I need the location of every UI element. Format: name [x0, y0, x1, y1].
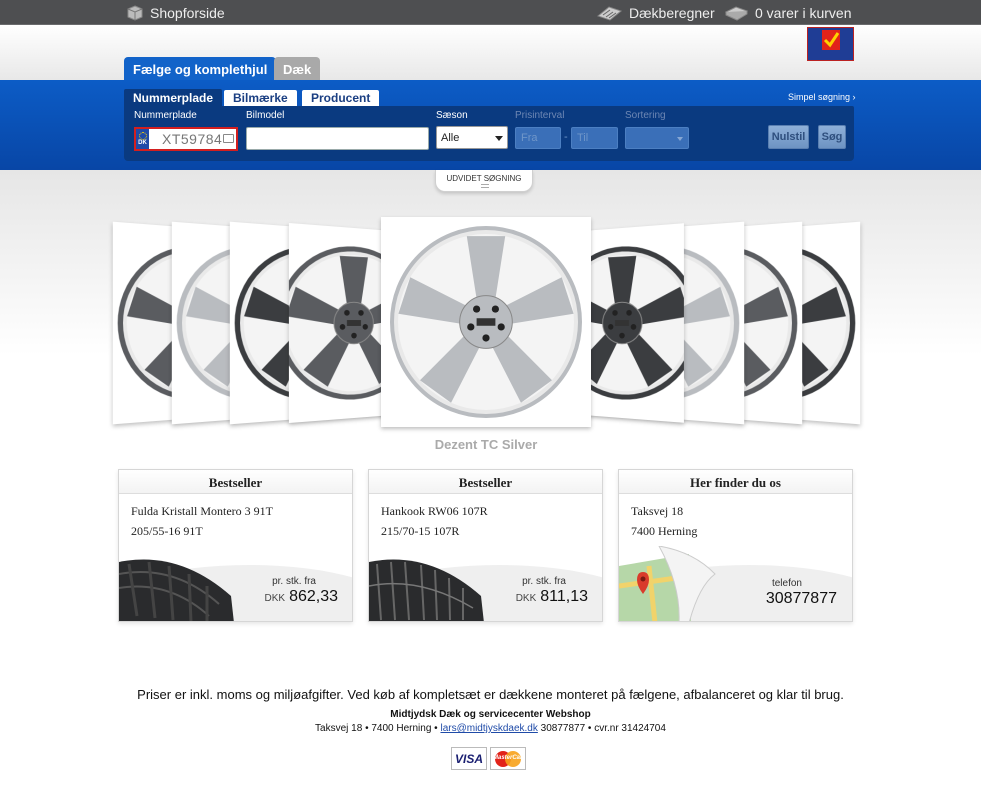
cart-label: 0 varer i kurven: [755, 5, 851, 21]
advanced-search-label: UDVIDET SØGNING: [447, 174, 522, 183]
simple-search-link[interactable]: Simpel søgning ›: [788, 92, 856, 102]
checkmark-icon: [822, 30, 840, 50]
phone-cvr-text: 30877877 • cvr.nr 31424704: [541, 723, 666, 734]
search-button[interactable]: Søg: [818, 125, 846, 149]
tire-calculator-label: Dækberegner: [629, 5, 715, 21]
rim-icon: [386, 222, 586, 422]
price-value: 811,13: [540, 588, 588, 605]
season-select[interactable]: Alle: [436, 126, 508, 149]
subtab-manufacturer[interactable]: Producent: [302, 90, 379, 106]
grip-icon: [481, 184, 489, 188]
subtab-car-brand[interactable]: Bilmærke: [224, 90, 297, 106]
model-label: Bilmodel: [246, 110, 284, 121]
price-to-input[interactable]: Til: [571, 127, 618, 149]
price-from-input[interactable]: Fra: [515, 127, 561, 149]
visa-logo: VISA: [451, 747, 487, 770]
price-label: pr. stk. fra: [272, 576, 316, 587]
plate-value: XT59784: [162, 131, 222, 147]
price-label: pr. stk. fra: [522, 576, 566, 587]
bestseller-box-1[interactable]: Bestseller Fulda Kristall Montero 3 91T …: [118, 469, 353, 622]
box-title: Her finder du os: [619, 470, 852, 494]
reset-button[interactable]: Nulstil: [768, 125, 809, 149]
currency: DKK: [265, 593, 286, 604]
sort-select[interactable]: [625, 127, 689, 149]
price-label: Prisinterval: [515, 110, 564, 121]
map-icon: [619, 546, 719, 622]
find-us-box[interactable]: Her finder du os Taksvej 18 7400 Herning…: [618, 469, 853, 622]
company-name: Midtjydsk Dæk og servicecenter Webshop: [0, 709, 981, 720]
product-size: 205/55-16 91T: [131, 524, 203, 539]
bestseller-box-2[interactable]: Bestseller Hankook RW06 107R 215/70-15 1…: [368, 469, 603, 622]
shop-home-link[interactable]: Shopforside: [126, 0, 225, 25]
id-card-icon: [223, 134, 234, 143]
box-title: Bestseller: [119, 470, 352, 494]
tab-tires[interactable]: Dæk: [274, 57, 320, 81]
trust-badge[interactable]: [807, 27, 854, 61]
shop-home-label: Shopforside: [150, 5, 225, 21]
phone-label: telefon: [772, 578, 802, 589]
product-size: 215/70-15 107R: [381, 524, 459, 539]
contact-line: Taksvej 18 • 7400 Herning • lars@midtjys…: [0, 723, 981, 734]
summer-tire-icon: [369, 556, 484, 622]
featured-rim-card[interactable]: [381, 217, 591, 427]
price: DKK 811,13: [516, 588, 588, 606]
chevron-down-icon: [495, 136, 503, 141]
car-model-input[interactable]: [246, 127, 429, 150]
price-note: Priser er inkl. moms og miljøafgifter. V…: [0, 687, 981, 702]
advanced-search-toggle[interactable]: UDVIDET SØGNING: [435, 170, 533, 192]
price-value: 862,33: [289, 588, 338, 605]
cart-link[interactable]: 0 varer i kurven: [724, 0, 851, 25]
plate-label: Nummerplade: [134, 110, 197, 121]
address-city: 7400 Herning: [631, 524, 697, 539]
price-separator: -: [564, 131, 568, 143]
calculator-icon: [595, 5, 623, 21]
season-value: Alle: [441, 132, 459, 144]
price: DKK 862,33: [265, 588, 339, 606]
product-name: Fulda Kristall Montero 3 91T: [131, 504, 273, 519]
mastercard-text: MasterCard: [493, 755, 525, 761]
plate-country: DK: [136, 129, 149, 149]
tire-calculator-link[interactable]: Dækberegner: [595, 0, 715, 25]
product-name: Hankook RW06 107R: [381, 504, 488, 519]
email-link[interactable]: lars@midtjyskdaek.dk: [440, 723, 537, 734]
subtab-plate[interactable]: Nummerplade: [124, 89, 222, 107]
cart-icon: [724, 5, 749, 21]
season-label: Sæson: [436, 110, 468, 121]
sort-label: Sortering: [625, 110, 666, 121]
address-text: Taksvej 18 • 7400 Herning •: [315, 723, 438, 734]
address-street: Taksvej 18: [631, 504, 683, 519]
box-title: Bestseller: [369, 470, 602, 494]
mastercard-logo: MasterCard: [490, 747, 526, 770]
chevron-down-icon: [677, 137, 683, 141]
currency: DKK: [516, 593, 537, 604]
cube-icon: [126, 5, 144, 21]
tab-rims[interactable]: Fælge og komplethjul: [124, 57, 276, 81]
carousel-caption: Dezent TC Silver: [381, 437, 591, 452]
winter-tire-icon: [119, 556, 234, 622]
plate-input[interactable]: DK XT59784: [134, 127, 238, 151]
phone-value: 30877877: [766, 590, 837, 608]
